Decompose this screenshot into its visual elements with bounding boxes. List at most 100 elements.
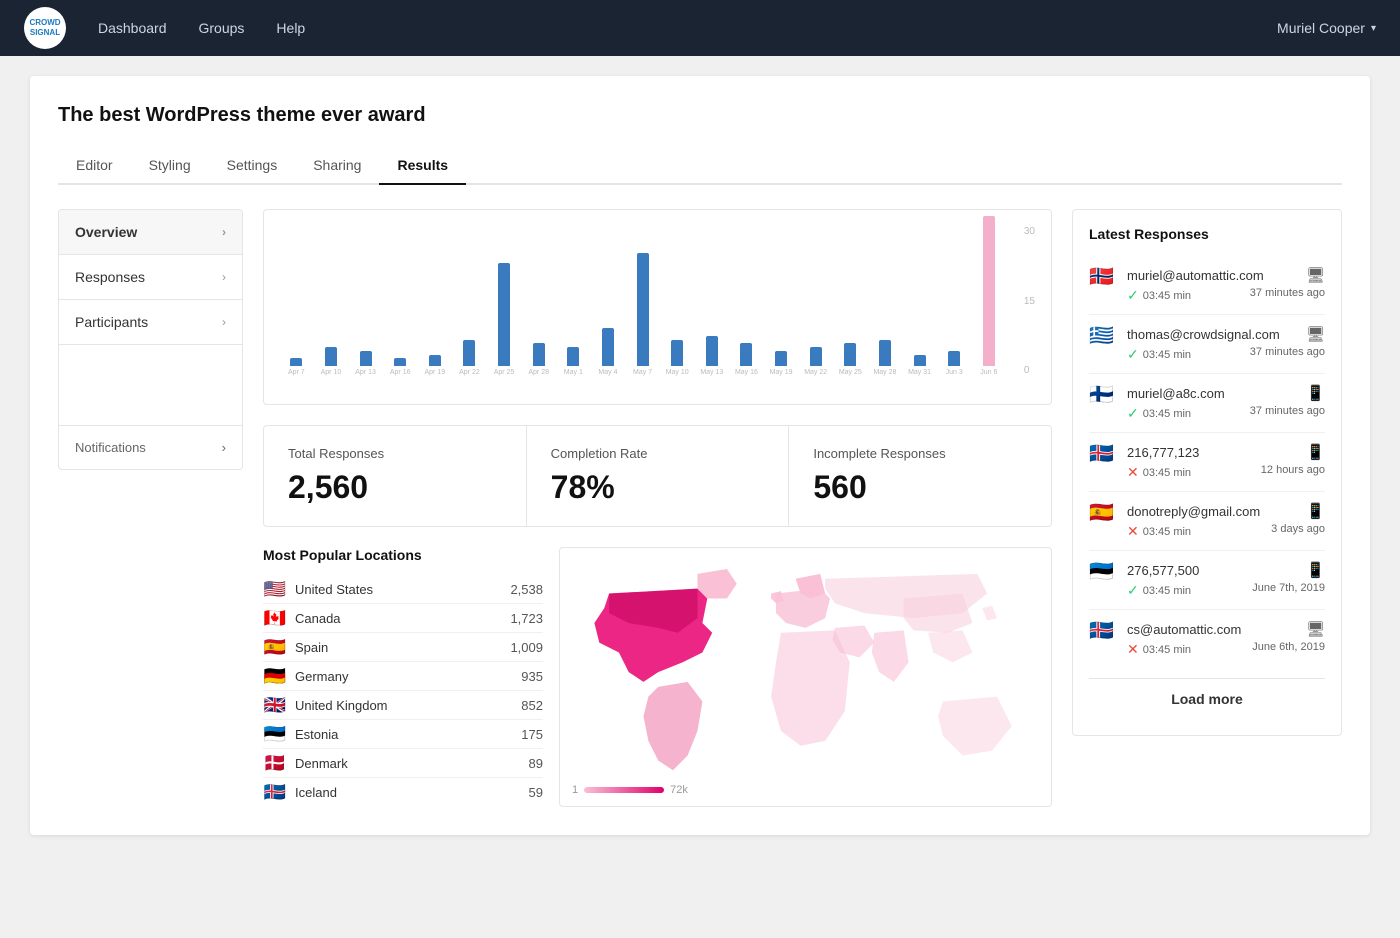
- bar-group: May 10: [661, 340, 694, 376]
- status-check-icon: ✓: [1127, 287, 1139, 304]
- bar-label: May 7: [633, 369, 652, 376]
- country-name: United Kingdom: [295, 698, 513, 713]
- bar-group: May 4: [592, 328, 625, 376]
- resp-time: 03:45 min: [1143, 467, 1191, 479]
- chart-bar: [463, 340, 475, 366]
- location-row: 🇩🇪 Germany 935: [263, 662, 543, 691]
- resp-info: 216,777,123 📱 ✕ 03:45 min 12 hours ago: [1127, 443, 1325, 481]
- location-row: 🇨🇦 Canada 1,723: [263, 604, 543, 633]
- bar-group: Apr 13: [349, 351, 382, 376]
- stat-incomplete-responses: Incomplete Responses 560: [789, 426, 1051, 526]
- chart-bar: [983, 216, 995, 366]
- sidebar-label-responses: Responses: [75, 269, 145, 285]
- bar-label: Apr 19: [425, 369, 446, 376]
- country-name: United States: [295, 582, 502, 597]
- country-count: 935: [521, 669, 543, 684]
- resp-status: ✕ 03:45 min: [1127, 523, 1191, 540]
- country-flag: 🇪🇸: [263, 639, 287, 655]
- world-map-svg: [560, 548, 1051, 806]
- chart-bar: [533, 343, 545, 366]
- response-item: 🇪🇸 donotreply@gmail.com 📱 ✕ 03:45 min 3 …: [1089, 492, 1325, 551]
- map-legend: 1 72k: [572, 784, 688, 796]
- stats-row: Total Responses 2,560 Completion Rate 78…: [263, 425, 1052, 527]
- status-x-icon: ✕: [1127, 641, 1139, 658]
- tab-settings[interactable]: Settings: [209, 147, 296, 185]
- tab-styling[interactable]: Styling: [131, 147, 209, 185]
- chart-bar: [844, 343, 856, 366]
- bar-label: Apr 28: [528, 369, 549, 376]
- resp-email: cs@automattic.com: [1127, 622, 1241, 637]
- bar-group: Apr 10: [315, 347, 348, 376]
- response-item: 🇮🇸 cs@automattic.com 🖥 ✕ 03:45 min June …: [1089, 610, 1325, 668]
- legend-min: 1: [572, 784, 578, 796]
- sidebar-label-overview: Overview: [75, 224, 137, 240]
- country-count: 1,009: [510, 640, 543, 655]
- locations-list: 🇺🇸 United States 2,538 🇨🇦 Canada 1,723 🇪…: [263, 575, 543, 806]
- resp-time: 03:45 min: [1143, 526, 1191, 538]
- bar-label: May 13: [700, 369, 723, 376]
- nav-help[interactable]: Help: [276, 20, 305, 36]
- tab-editor[interactable]: Editor: [58, 147, 131, 185]
- resp-time: 03:45 min: [1143, 644, 1191, 656]
- chart-bar: [498, 263, 510, 366]
- responses-panel: Latest Responses 🇳🇴 muriel@automattic.co…: [1072, 209, 1342, 736]
- resp-meta: ✓ 03:45 min June 7th, 2019: [1127, 582, 1325, 599]
- user-menu[interactable]: Muriel Cooper ▾: [1277, 20, 1376, 36]
- sidebar-item-responses[interactable]: Responses ›: [59, 255, 242, 300]
- country-flag: 🇩🇪: [263, 668, 287, 684]
- tab-results[interactable]: Results: [379, 147, 466, 185]
- resp-info: muriel@automattic.com 🖥 ✓ 03:45 min 37 m…: [1127, 266, 1325, 304]
- sidebar-item-overview[interactable]: Overview ›: [59, 210, 242, 255]
- bar-label: Jun 6: [980, 369, 997, 376]
- resp-status: ✓ 03:45 min: [1127, 287, 1191, 304]
- chart-y-mid: 15: [1024, 296, 1035, 307]
- response-item: 🇬🇷 thomas@crowdsignal.com 🖥 ✓ 03:45 min …: [1089, 315, 1325, 374]
- chevron-right-icon: ›: [222, 315, 226, 329]
- resp-status: ✕ 03:45 min: [1127, 641, 1191, 658]
- bar-group: May 7: [626, 253, 659, 376]
- mobile-icon: 📱: [1306, 502, 1325, 520]
- resp-meta: ✕ 03:45 min 3 days ago: [1127, 523, 1325, 540]
- chart-bar: [810, 347, 822, 366]
- nav-dashboard[interactable]: Dashboard: [98, 20, 167, 36]
- resp-time: 03:45 min: [1143, 408, 1191, 420]
- bottom-row: Most Popular Locations 🇺🇸 United States …: [263, 547, 1052, 807]
- location-row: 🇩🇰 Denmark 89: [263, 749, 543, 778]
- chart-bar: [948, 351, 960, 366]
- resp-email: muriel@a8c.com: [1127, 386, 1225, 401]
- desktop-icon: 🖥: [1306, 620, 1325, 638]
- resp-ago: 37 minutes ago: [1250, 287, 1325, 304]
- location-row: 🇪🇪 Estonia 175: [263, 720, 543, 749]
- country-flag: 🇺🇸: [263, 581, 287, 597]
- bar-group: May 1: [557, 347, 590, 376]
- locations-title: Most Popular Locations: [263, 547, 543, 563]
- resp-time: 03:45 min: [1143, 585, 1191, 597]
- resp-flag: 🇮🇸: [1089, 620, 1117, 640]
- bar-label: May 28: [873, 369, 896, 376]
- stat-total-responses: Total Responses 2,560: [264, 426, 527, 526]
- tab-bar: Editor Styling Settings Sharing Results: [58, 147, 1342, 185]
- chart-bar: [740, 343, 752, 366]
- chevron-down-icon: ▾: [1371, 23, 1376, 34]
- country-flag: 🇪🇪: [263, 726, 287, 742]
- country-flag: 🇩🇰: [263, 755, 287, 771]
- load-more-button[interactable]: Load more: [1089, 678, 1325, 719]
- nav-groups[interactable]: Groups: [199, 20, 245, 36]
- country-flag: 🇨🇦: [263, 610, 287, 626]
- country-name: Spain: [295, 640, 502, 655]
- bar-label: May 22: [804, 369, 827, 376]
- country-count: 59: [529, 785, 543, 800]
- stat-completion-label: Completion Rate: [551, 446, 765, 461]
- resp-ago: 3 days ago: [1271, 523, 1325, 540]
- sidebar-item-participants[interactable]: Participants ›: [59, 300, 242, 345]
- status-check-icon: ✓: [1127, 405, 1139, 422]
- tab-sharing[interactable]: Sharing: [295, 147, 379, 185]
- resp-email: donotreply@gmail.com: [1127, 504, 1260, 519]
- responses-list: 🇳🇴 muriel@automattic.com 🖥 ✓ 03:45 min 3…: [1089, 256, 1325, 668]
- chart-bar: [637, 253, 649, 366]
- resp-ago: 37 minutes ago: [1250, 405, 1325, 422]
- resp-meta: ✓ 03:45 min 37 minutes ago: [1127, 287, 1325, 304]
- sidebar-item-notifications[interactable]: Notifications ›: [59, 425, 242, 469]
- resp-info: 276,577,500 📱 ✓ 03:45 min June 7th, 2019: [1127, 561, 1325, 599]
- bar-group: Jun 6: [973, 216, 1006, 376]
